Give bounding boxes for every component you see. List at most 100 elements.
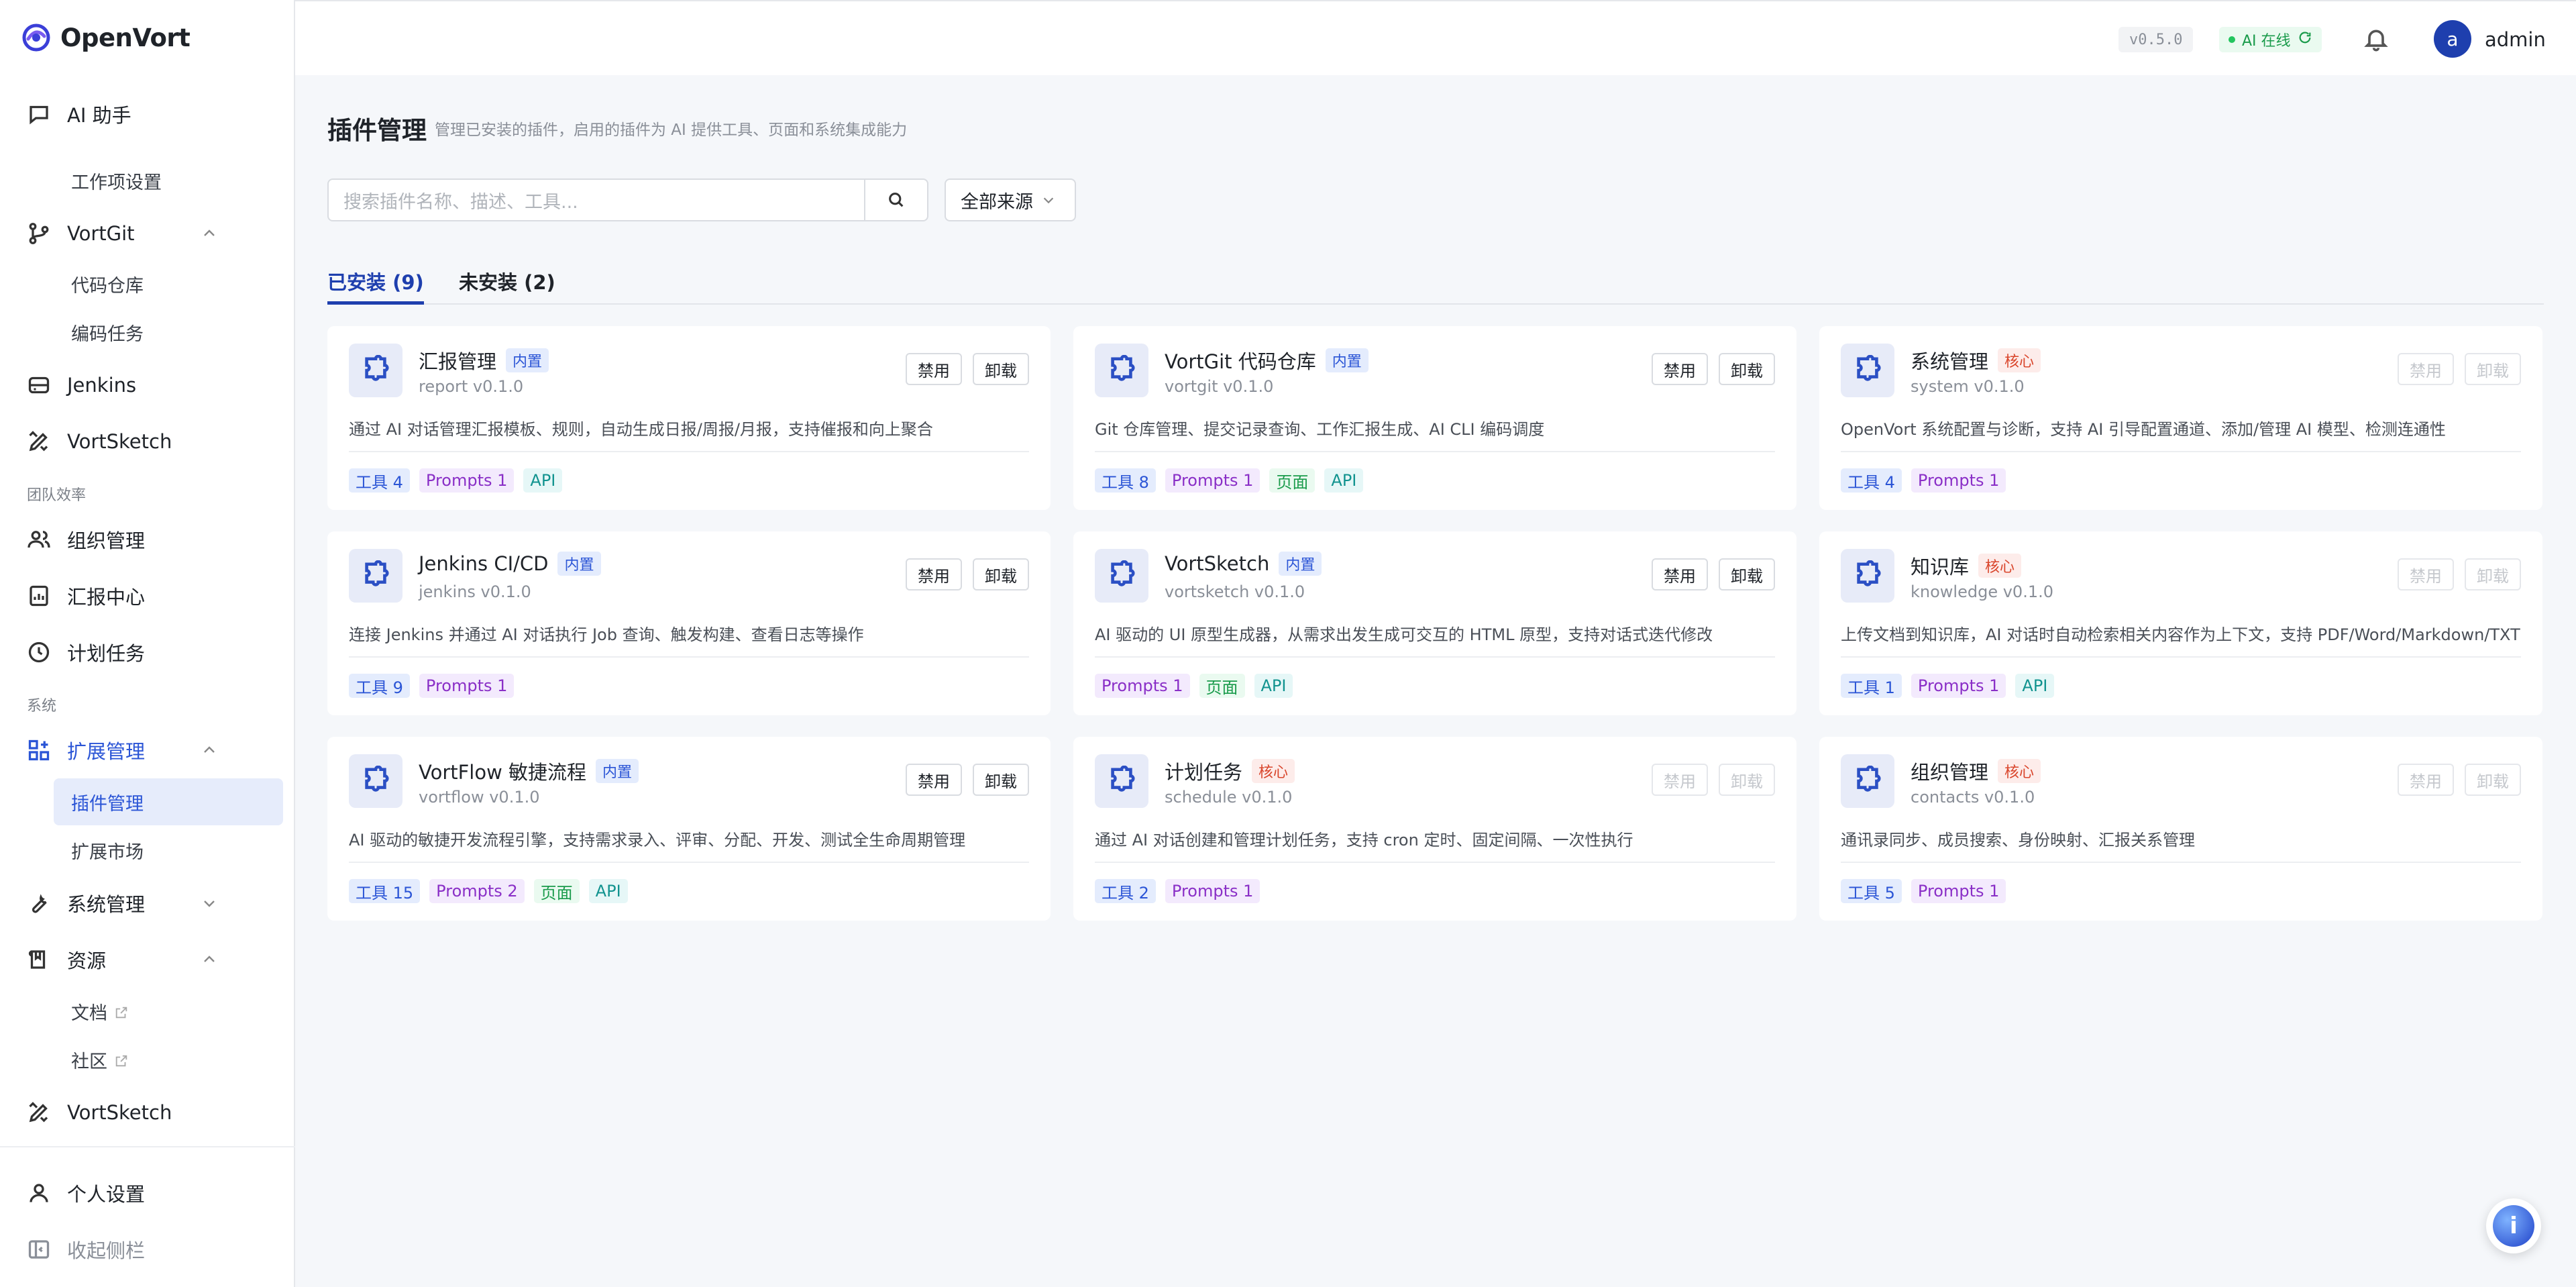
chevron-up-icon[interactable] [201, 225, 217, 242]
uninstall-button[interactable]: 卸载 [973, 558, 1029, 590]
sidebar-item-code-repo[interactable]: 代码仓库 [54, 260, 283, 307]
plugin-card[interactable]: VortFlow 敏捷流程 内置 vortflow v0.1.0 禁用 卸载 A… [327, 737, 1051, 921]
search-button[interactable] [864, 178, 928, 221]
sidebar-item-ai-assistant[interactable]: AI 助手 [27, 94, 131, 134]
plugin-tag: 工具 15 [349, 879, 421, 903]
uninstall-button[interactable]: 卸载 [2465, 353, 2521, 385]
sidebar-item-org-mgmt[interactable]: 组织管理 [27, 519, 145, 560]
pencil-ruler-icon [27, 1100, 51, 1125]
sidebar-item-docs[interactable]: 文档 [54, 988, 283, 1035]
plugin-card[interactable]: VortGit 代码仓库 内置 vortgit v0.1.0 禁用 卸载 Git… [1073, 326, 1796, 510]
tab-installed[interactable]: 已安装 (9) [327, 263, 424, 305]
card-divider [349, 451, 1029, 452]
sidebar-item-vortsketch-2[interactable]: VortSketch [27, 1092, 172, 1133]
plugin-description: 通过 AI 对话管理汇报模板、规则，自动生成日报/周报/月报，支持催报和向上聚合 [349, 420, 933, 439]
plugin-tags: 工具 9 Prompts 1 [349, 674, 515, 698]
sidebar-item-ext-market[interactable]: 扩展市场 [54, 827, 283, 874]
plugin-card[interactable]: 汇报管理 内置 report v0.1.0 禁用 卸载 通过 AI 对话管理汇报… [327, 326, 1051, 510]
uninstall-button[interactable]: 卸载 [973, 353, 1029, 385]
plugin-name: 组织管理 [1911, 761, 1989, 784]
card-divider [1095, 862, 1775, 863]
plugin-tag: API [523, 468, 563, 493]
plugin-card[interactable]: 知识库 核心 knowledge v0.1.0 禁用 卸载 上传文档到知识库，A… [1819, 531, 2542, 715]
puzzle-icon [349, 344, 402, 397]
external-link-icon [114, 1052, 129, 1067]
plugin-tags: Prompts 1 页面 API [1095, 674, 1293, 698]
disable-button[interactable]: 禁用 [2398, 558, 2454, 590]
sidebar-item-resources[interactable]: 资源 [27, 939, 106, 980]
plugin-card[interactable]: Jenkins CI/CD 内置 jenkins v0.1.0 禁用 卸载 连接… [327, 531, 1051, 715]
chevron-up-icon[interactable] [201, 742, 217, 758]
plugin-tags: 工具 15 Prompts 2 页面 API [349, 879, 628, 903]
sidebar-item-label: AI 助手 [67, 104, 131, 127]
sidebar-item-label: 组织管理 [67, 529, 146, 552]
plugin-tag: API [2015, 674, 2055, 698]
plugin-tag: 工具 4 [349, 468, 410, 493]
plugin-badge: 内置 [506, 348, 549, 372]
sidebar-item-label: VortSketch [67, 1101, 172, 1124]
plugin-card[interactable]: 计划任务 核心 schedule v0.1.0 禁用 卸载 通过 AI 对话创建… [1073, 737, 1796, 921]
sidebar-item-personal-settings[interactable]: 个人设置 [27, 1173, 145, 1213]
chevron-up-icon[interactable] [201, 951, 217, 968]
brand[interactable]: OpenVort [21, 20, 191, 55]
sidebar-item-plan-tasks[interactable]: 计划任务 [27, 632, 145, 672]
disable-button[interactable]: 禁用 [2398, 353, 2454, 385]
sidebar-collapse-button[interactable]: 收起侧栏 [27, 1229, 145, 1270]
plugin-name: 计划任务 [1165, 761, 1243, 784]
ai-assistant-fab[interactable]: i [2486, 1198, 2541, 1253]
plugin-tag: API [1254, 674, 1293, 698]
clock-icon [27, 640, 51, 664]
uninstall-button[interactable]: 卸载 [2465, 558, 2521, 590]
refresh-icon[interactable] [2298, 30, 2312, 49]
sidebar-item-jenkins[interactable]: Jenkins [27, 365, 136, 405]
plugin-tags: 工具 2 Prompts 1 [1095, 879, 1260, 903]
search-input[interactable]: 搜索插件名称、描述、工具... [327, 178, 865, 221]
sidebar-item-sys-mgmt[interactable]: 系统管理 [27, 883, 145, 923]
disable-button[interactable]: 禁用 [1652, 764, 1708, 796]
uninstall-button[interactable]: 卸载 [1719, 764, 1775, 796]
sidebar-item-plugin-mgmt[interactable]: 插件管理 [54, 778, 283, 825]
disable-button[interactable]: 禁用 [906, 353, 962, 385]
card-divider [1841, 451, 2521, 452]
sidebar-item-ext-mgmt[interactable]: 扩展管理 [27, 730, 145, 770]
ai-status-badge[interactable]: AI 在线 [2219, 27, 2322, 52]
plugin-card[interactable]: VortSketch 内置 vortsketch v0.1.0 禁用 卸载 AI… [1073, 531, 1796, 715]
plugin-version: vortflow v0.1.0 [419, 788, 540, 807]
sidebar-item-work-settings[interactable]: 工作项设置 [54, 157, 283, 204]
uninstall-button[interactable]: 卸载 [1719, 558, 1775, 590]
sidebar-item-report-center[interactable]: 汇报中心 [27, 576, 145, 616]
disable-button[interactable]: 禁用 [1652, 558, 1708, 590]
plugin-card[interactable]: 系统管理 核心 system v0.1.0 禁用 卸载 OpenVort 系统配… [1819, 326, 2542, 510]
avatar[interactable]: a [2434, 20, 2471, 58]
chevron-down-icon [1043, 197, 1054, 204]
disable-button[interactable]: 禁用 [906, 764, 962, 796]
disable-button[interactable]: 禁用 [906, 558, 962, 590]
sidebar-item-label: VortGit [67, 222, 135, 245]
sidebar-item-coding-tasks[interactable]: 编码任务 [54, 309, 283, 356]
sidebar-item-community[interactable]: 社区 [54, 1036, 283, 1083]
uninstall-button[interactable]: 卸载 [2465, 764, 2521, 796]
sidebar-item-vortsketch[interactable]: VortSketch [27, 421, 172, 462]
source-filter-select[interactable]: 全部来源 [945, 178, 1076, 221]
sidebar-item-vortgit[interactable]: VortGit [27, 213, 135, 254]
chevron-down-icon[interactable] [201, 895, 217, 911]
plugin-badge: 核心 [1252, 759, 1295, 783]
disable-button[interactable]: 禁用 [1652, 353, 1708, 385]
disable-button[interactable]: 禁用 [2398, 764, 2454, 796]
ai-status-label: AI 在线 [2242, 33, 2291, 50]
sidebar-item-label: 扩展管理 [67, 740, 146, 763]
plugin-card[interactable]: 组织管理 核心 contacts v0.1.0 禁用 卸载 通讯录同步、成员搜索… [1819, 737, 2542, 921]
sidebar-item-label: Jenkins [67, 374, 137, 397]
bell-icon[interactable] [2363, 25, 2390, 52]
uninstall-button[interactable]: 卸载 [973, 764, 1029, 796]
tab-not-installed[interactable]: 未安装 (2) [459, 263, 555, 305]
uninstall-button[interactable]: 卸载 [1719, 353, 1775, 385]
plugin-name: 汇报管理 [419, 350, 497, 373]
sidebar-item-label: 插件管理 [71, 793, 144, 815]
plugin-name: Jenkins CI/CD [419, 552, 549, 575]
username[interactable]: admin [2485, 27, 2546, 52]
user-icon [27, 1181, 51, 1205]
plugin-badge: 内置 [596, 759, 639, 783]
plugin-badge: 内置 [1279, 552, 1322, 576]
plugin-tag: API [588, 879, 628, 903]
